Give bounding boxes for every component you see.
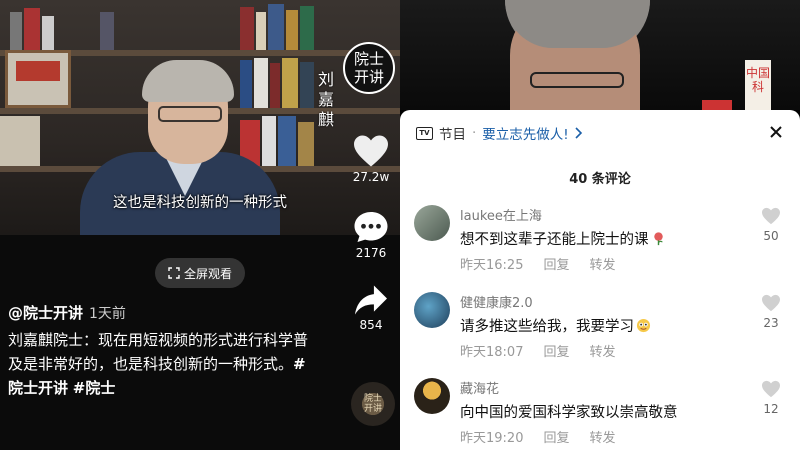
fullscreen-label: 全屏观看 <box>183 266 232 281</box>
user-avatar[interactable] <box>414 292 450 328</box>
channel-logo-badge[interactable]: 院士开讲 <box>343 42 395 94</box>
like-count: 27.2w <box>352 170 390 184</box>
comment-username[interactable]: 藏海花 <box>460 378 499 397</box>
picture-frame <box>5 50 71 108</box>
rose-icon <box>653 232 663 246</box>
hashtag-2[interactable]: #院士 <box>73 379 116 397</box>
comment-icon <box>354 212 388 242</box>
reply-button[interactable]: 回复 <box>543 258 569 273</box>
chevron-right-icon <box>575 127 582 139</box>
comment-time: 昨天18:07 <box>460 345 524 360</box>
author-line: @院士开讲 1天前 <box>8 302 126 323</box>
comment-like-button[interactable]: 23 <box>756 294 786 330</box>
forward-button[interactable]: 转发 <box>589 345 615 360</box>
video-subtitle: 这也是科技创新的一种形式 <box>113 195 287 211</box>
fullscreen-button[interactable]: 全屏观看 <box>155 258 245 288</box>
comment-like-count: 23 <box>763 316 779 330</box>
video-player-panel[interactable]: 这也是科技创新的一种形式 院士开讲 刘嘉麒 27.2w 2176 854 院士开… <box>0 0 400 450</box>
comment-time: 昨天19:20 <box>460 431 524 446</box>
close-button[interactable] <box>770 122 782 143</box>
expand-icon <box>168 267 180 279</box>
author-name[interactable]: @院士开讲 <box>8 304 83 322</box>
comment-item[interactable]: 健健康康2.0 请多推这些给我，我要学习 昨天18:07 回复 转发 23 <box>414 292 794 362</box>
smiling-face-icon <box>636 318 651 333</box>
comment-like-button[interactable]: 50 <box>756 207 786 243</box>
post-time: 1天前 <box>89 306 126 322</box>
program-bar[interactable]: TV 节目 · 要立志先做人! <box>416 123 583 143</box>
comment-username[interactable]: laukee在上海 <box>460 205 542 224</box>
close-icon <box>770 126 782 138</box>
video-frame[interactable]: 这也是科技创新的一种形式 <box>0 0 400 235</box>
vertical-speaker-name: 刘嘉麒 <box>318 70 335 129</box>
comment-item[interactable]: 藏海花 向中国的爱国科学家致以崇高敬意 昨天19:20 回复 转发 12 <box>414 378 794 448</box>
user-avatar[interactable] <box>414 378 450 414</box>
comment-meta: 昨天18:07 回复 转发 <box>460 341 636 360</box>
comment-username[interactable]: 健健康康2.0 <box>460 292 533 311</box>
comment-count: 2176 <box>355 246 387 260</box>
heart-outline-icon <box>762 380 780 398</box>
forward-button[interactable]: 转发 <box>589 258 615 273</box>
program-label: 节目 <box>439 127 466 143</box>
heart-outline-icon <box>762 294 780 312</box>
heart-icon <box>354 135 388 167</box>
music-disc[interactable]: 院士开讲 <box>351 382 395 426</box>
comment-like-button[interactable]: 12 <box>756 380 786 416</box>
comment-sheet: TV 节目 · 要立志先做人! 40 条评论 laukee在上海 想不到这辈子还… <box>400 110 800 450</box>
share-button[interactable]: 854 <box>348 284 394 332</box>
comment-text: 向中国的爱国科学家致以崇高敬意 <box>460 405 678 421</box>
share-count: 854 <box>359 318 383 332</box>
background-sign: 中国科 <box>745 60 771 110</box>
forward-button[interactable]: 转发 <box>589 431 615 446</box>
comment-count-title: 40 条评论 <box>569 172 631 187</box>
comment-item[interactable]: laukee在上海 想不到这辈子还能上院士的课 昨天16:25 回复 转发 50 <box>414 205 794 275</box>
reply-button[interactable]: 回复 <box>543 345 569 360</box>
like-button[interactable]: 27.2w <box>348 134 394 184</box>
tv-icon: TV <box>416 126 433 140</box>
program-title[interactable]: 要立志先做人! <box>482 123 568 143</box>
video-caption: 刘嘉麒院士：现在用短视频的形式进行科学普及是非常好的，也是科技创新的一种形式。 #… <box>8 328 308 400</box>
comment-meta: 昨天19:20 回复 转发 <box>460 427 636 446</box>
heart-outline-icon <box>762 207 780 225</box>
music-disc-text: 院士开讲 <box>363 394 382 414</box>
comment-like-count: 50 <box>763 229 779 243</box>
comments-panel: 中国科 TV 节目 · 要立志先做人! 40 条评论 laukee在上海 想不到… <box>400 0 800 450</box>
comment-text: 请多推这些给我，我要学习 <box>460 315 651 336</box>
channel-logo-text: 院士开讲 <box>353 50 384 86</box>
caption-text: 刘嘉麒院士：现在用短视频的形式进行科学普及是非常好的，也是科技创新的一种形式。 <box>8 331 309 373</box>
comment-text: 想不到这辈子还能上院士的课 <box>460 228 666 249</box>
comment-time: 昨天16:25 <box>460 258 524 273</box>
comment-meta: 昨天16:25 回复 转发 <box>460 254 636 273</box>
comment-button[interactable]: 2176 <box>348 210 394 260</box>
user-avatar[interactable] <box>414 205 450 241</box>
program-separator: · <box>472 125 477 141</box>
reply-button[interactable]: 回复 <box>543 431 569 446</box>
comment-like-count: 12 <box>763 402 779 416</box>
share-arrow-icon <box>355 285 387 315</box>
